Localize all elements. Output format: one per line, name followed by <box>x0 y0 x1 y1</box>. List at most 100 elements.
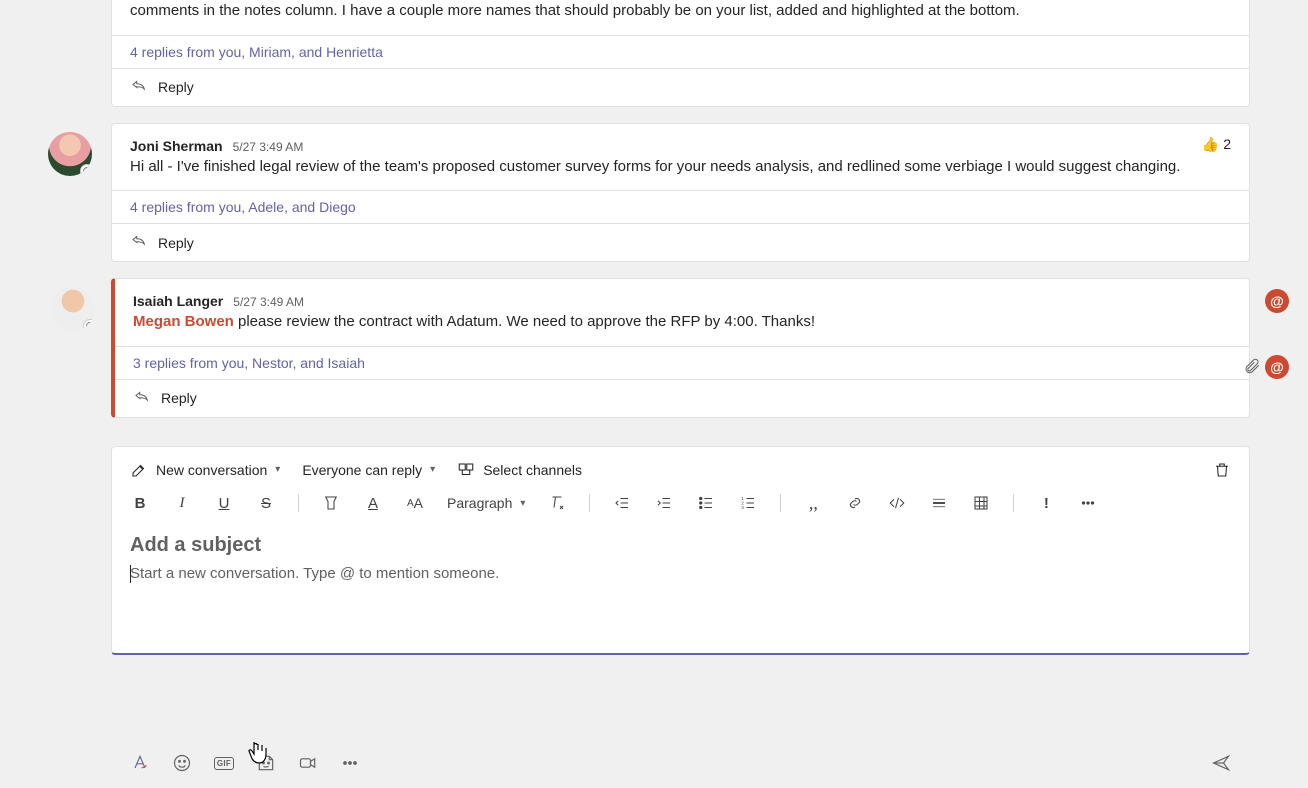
chevron-down-icon: ▾ <box>520 498 525 509</box>
important-button[interactable]: ! <box>1036 495 1056 512</box>
trash-icon <box>1213 461 1231 479</box>
mention-badge-icon: @ <box>1265 289 1289 313</box>
composer: New conversation ▾ Everyone can reply ▾ … <box>111 446 1250 655</box>
paragraph-dropdown[interactable]: Paragraph ▾ <box>447 495 525 511</box>
svg-text:3: 3 <box>742 505 745 510</box>
select-channels-button[interactable]: Select channels <box>457 461 582 479</box>
table-button[interactable] <box>971 494 991 512</box>
sticker-icon <box>256 753 276 773</box>
font-size-button[interactable]: AA <box>405 495 425 511</box>
meet-now-button[interactable] <box>297 752 319 774</box>
message-header: Joni Sherman 5/27 3:49 AM <box>130 138 1231 154</box>
presence-icon <box>80 164 92 176</box>
emoji-button[interactable] <box>171 752 193 774</box>
message-card: 👍 2 Joni Sherman 5/27 3:49 AM Hi all - I… <box>111 123 1250 263</box>
replies-summary[interactable]: 4 replies from you, Adele, and Diego <box>112 190 1249 223</box>
clear-format-icon <box>548 494 566 512</box>
hr-button[interactable] <box>929 494 949 512</box>
numbered-list-icon: 123 <box>739 494 757 512</box>
code-button[interactable] <box>887 494 907 512</box>
reaction-summary[interactable]: 👍 2 <box>1202 136 1231 153</box>
highlight-icon <box>322 494 340 512</box>
bottom-action-bar: GIF <box>111 744 1250 782</box>
more-actions-button[interactable] <box>339 752 361 774</box>
message-text: Megan Bowen please review the contract w… <box>133 311 1231 334</box>
outdent-icon <box>613 494 631 512</box>
bullet-list-button[interactable] <box>696 494 716 512</box>
emoji-icon <box>172 753 192 773</box>
subject-placeholder: Add a subject <box>130 534 261 556</box>
indent-icon <box>655 494 673 512</box>
numbered-list-button[interactable]: 123 <box>738 494 758 512</box>
send-button[interactable] <box>1210 752 1232 774</box>
separator <box>298 494 299 512</box>
chevron-down-icon: ▾ <box>430 464 435 475</box>
replies-link[interactable]: 3 replies from you, Nestor, and Isaiah <box>133 355 365 371</box>
mention-name[interactable]: Megan Bowen <box>133 313 234 330</box>
body-placeholder: Start a new conversation. Type @ to ment… <box>130 565 499 582</box>
format-toggle-button[interactable] <box>129 752 151 774</box>
link-button[interactable] <box>845 494 865 512</box>
gif-icon: GIF <box>214 757 234 770</box>
message-text: comments in the notes column. I have a c… <box>130 0 1231 23</box>
new-conversation-dropdown[interactable]: New conversation ▾ <box>130 461 280 479</box>
message-header: Isaiah Langer 5/27 3:49 AM <box>133 293 1231 309</box>
author-name[interactable]: Isaiah Langer <box>133 293 223 309</box>
message-body: Joni Sherman 5/27 3:49 AM Hi all - I've … <box>112 124 1249 191</box>
subject-input[interactable]: Add a subject <box>112 524 1249 561</box>
more-icon <box>340 753 360 773</box>
link-icon <box>846 494 864 512</box>
body-input[interactable]: Start a new conversation. Type @ to ment… <box>112 561 1249 653</box>
italic-button[interactable]: I <box>172 495 192 512</box>
select-channels-label: Select channels <box>483 462 582 478</box>
sticker-button[interactable] <box>255 752 277 774</box>
replies-link[interactable]: 4 replies from you, Miriam, and Henriett… <box>130 44 383 60</box>
format-toolbar: B I U S A AA Paragraph ▾ <box>112 487 1249 524</box>
gif-button[interactable]: GIF <box>213 752 235 774</box>
reply-scope-label: Everyone can reply <box>302 462 422 478</box>
avatar[interactable] <box>51 287 95 331</box>
timestamp: 5/27 3:49 AM <box>233 140 304 154</box>
clear-formatting-button[interactable] <box>547 494 567 512</box>
font-color-button[interactable]: A <box>363 495 383 512</box>
replies-summary[interactable]: 4 replies from you, Miriam, and Henriett… <box>112 35 1249 68</box>
reply-scope-dropdown[interactable]: Everyone can reply ▾ <box>302 462 435 478</box>
separator <box>1013 494 1014 512</box>
timestamp: 5/27 3:49 AM <box>233 295 304 309</box>
outdent-button[interactable] <box>612 494 632 512</box>
author-name[interactable]: Joni Sherman <box>130 138 223 154</box>
quote-button[interactable]: ,, <box>803 493 823 514</box>
reply-label: Reply <box>161 390 197 406</box>
message-text-after: please review the contract with Adatum. … <box>234 313 815 330</box>
highlight-button[interactable] <box>321 494 341 512</box>
reply-button[interactable]: Reply <box>112 68 1249 106</box>
reply-button[interactable]: Reply <box>112 223 1249 261</box>
paragraph-label: Paragraph <box>447 495 512 511</box>
reply-arrow-icon <box>133 388 151 409</box>
underline-button[interactable]: U <box>214 495 234 512</box>
bold-button[interactable]: B <box>130 495 150 512</box>
avatar[interactable] <box>48 132 92 176</box>
reply-button[interactable]: Reply <box>115 379 1249 417</box>
message-body: comments in the notes column. I have a c… <box>112 0 1249 35</box>
thumbs-up-icon: 👍 <box>1202 136 1219 153</box>
strikethrough-button[interactable]: S <box>256 495 276 512</box>
channels-icon <box>457 461 475 479</box>
send-icon <box>1211 753 1231 773</box>
composer-topbar: New conversation ▾ Everyone can reply ▾ … <box>112 447 1249 487</box>
replies-link[interactable]: 4 replies from you, Adele, and Diego <box>130 199 356 215</box>
more-icon <box>1079 494 1097 512</box>
more-options-button[interactable] <box>1078 494 1098 512</box>
video-icon <box>298 753 318 773</box>
bullet-list-icon <box>697 494 715 512</box>
message-text: Hi all - I've finished legal review of t… <box>130 156 1231 179</box>
reply-label: Reply <box>158 79 194 95</box>
replies-summary[interactable]: 3 replies from you, Nestor, and Isaiah <box>115 346 1249 379</box>
indent-button[interactable] <box>654 494 674 512</box>
mention-badge-icon: @ <box>1265 355 1289 379</box>
message-card: @ @ Isaiah Langer 5/27 3:49 AM Megan Bow… <box>111 278 1250 418</box>
hr-icon <box>930 494 948 512</box>
delete-button[interactable] <box>1213 461 1231 479</box>
chevron-down-icon: ▾ <box>275 464 280 475</box>
message-card: comments in the notes column. I have a c… <box>111 0 1250 107</box>
